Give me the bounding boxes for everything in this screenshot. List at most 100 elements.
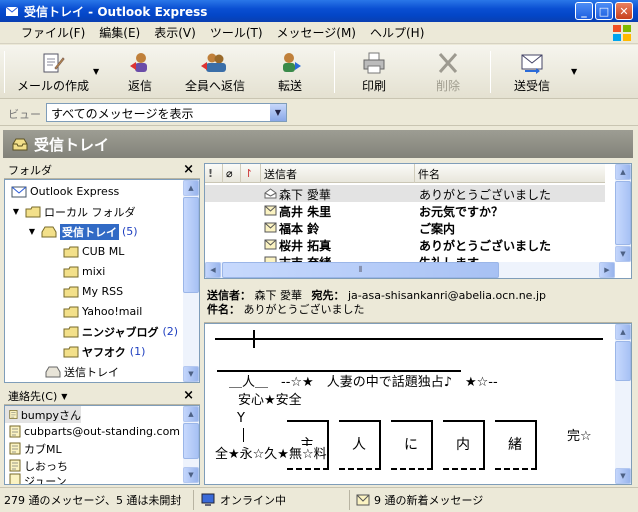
print-button[interactable]: 印刷 (352, 45, 396, 99)
scroll-right-button[interactable]: ▶ (599, 262, 615, 278)
contacts-scrollbar[interactable]: ▲ ▼ (183, 406, 199, 484)
body-line: 完☆ (567, 429, 592, 444)
title-bar[interactable]: 受信トレイ - Outlook Express (0, 0, 638, 22)
scroll-up-button[interactable]: ▲ (615, 324, 631, 340)
menu-message[interactable]: メッセージ(M) (270, 24, 363, 41)
scroll-down-button[interactable]: ▼ (183, 366, 199, 382)
folder-tree-scrollbar[interactable]: ▲ ▼ (183, 180, 199, 382)
chevron-up-icon: ▲ (188, 410, 194, 418)
folder-cub-ml[interactable]: CUB ML (63, 242, 124, 261)
collapse-icon[interactable]: ▼ (27, 227, 37, 236)
windows-logo-icon (613, 25, 631, 41)
menu-tools[interactable]: ツール(T) (203, 24, 270, 41)
folder-mixi[interactable]: mixi (63, 262, 105, 281)
envelope-icon (264, 222, 277, 233)
scroll-up-button[interactable]: ▲ (183, 406, 199, 422)
create-mail-button[interactable]: メールの作成 (16, 45, 90, 99)
chevron-down-icon: ▼ (188, 370, 194, 378)
chevron-up-icon: ▲ (620, 168, 626, 176)
view-select[interactable]: すべてのメッセージを表示 ▼ (46, 103, 287, 122)
envelope-icon (264, 205, 277, 216)
message-row[interactable]: 森下 愛華 ありがとうございました (205, 185, 605, 202)
close-folder-pane-button[interactable]: × (183, 162, 194, 177)
message-list: ! ⌀ ↾ 送信者 件名 森下 愛華 ありがとうございました 高井 朱里 お元気… (204, 163, 632, 279)
message-row[interactable]: 桜井 拓真 ありがとうございました (205, 236, 605, 253)
collapse-icon[interactable]: ▼ (11, 207, 21, 216)
message-row[interactable]: 福本 鈴 ご案内 (205, 219, 605, 236)
from-column-header[interactable]: 送信者 (261, 164, 415, 183)
subject-column-header[interactable]: 件名 (415, 164, 605, 183)
send-receive-button[interactable]: 送受信 (504, 45, 560, 99)
body-rule-mark (253, 330, 255, 348)
message-list-hscrollbar[interactable]: ◀ ⦀ ▶ (205, 262, 615, 278)
view-bar: ビュー すべてのメッセージを表示 ▼ (0, 100, 638, 126)
scroll-thumb[interactable] (615, 341, 631, 381)
folder-title: 受信トレイ (34, 135, 110, 154)
local-folder-icon (25, 206, 41, 217)
contact-card-icon (9, 410, 18, 419)
folder-outlook-express[interactable]: Outlook Express (11, 182, 119, 201)
preview-subject: ありがとうございました (243, 303, 365, 316)
minimize-button[interactable]: _ (575, 2, 593, 20)
scroll-up-button[interactable]: ▲ (183, 180, 199, 196)
folder-inbox[interactable]: ▼ 受信トレイ (5) (27, 222, 138, 241)
contact-item[interactable]: しおっち (5, 457, 68, 474)
scroll-thumb[interactable] (615, 181, 631, 245)
folder-title-bar: 受信トレイ (3, 130, 633, 158)
body-line: Y (237, 411, 245, 426)
folder-ninja-blog[interactable]: ニンジャブログ (2) (63, 322, 178, 341)
message-list-vscrollbar[interactable]: ▲ ▼ (615, 164, 631, 262)
folder-outbox[interactable]: 送信トレイ (45, 362, 119, 381)
menu-bar: ファイル(F) 編集(E) 表示(V) ツール(T) メッセージ(M) ヘルプ(… (0, 22, 638, 44)
body-line: 安心★安全 (238, 393, 302, 408)
window-title: 受信トレイ - Outlook Express (24, 4, 208, 19)
flag-column-header[interactable]: ↾ (241, 164, 261, 183)
scroll-thumb[interactable] (183, 423, 199, 459)
printer-icon (363, 52, 385, 74)
scroll-thumb[interactable] (183, 197, 199, 293)
folder-icon (63, 246, 79, 257)
scroll-left-button[interactable]: ◀ (205, 262, 221, 278)
preview-scrollbar[interactable]: ▲ ▼ (615, 324, 631, 484)
contacts-dropdown-icon[interactable]: ▼ (61, 392, 67, 401)
folder-yahoo-mail[interactable]: Yahoo!mail (63, 302, 142, 321)
reply-all-button[interactable]: 全員へ返信 (182, 45, 248, 99)
message-row[interactable]: 高井 朱里 お元気ですか？ (205, 202, 605, 219)
menu-view[interactable]: 表示(V) (147, 24, 203, 41)
message-row[interactable]: 末吉 奈緒 失礼します (205, 253, 605, 262)
create-mail-dropdown-icon[interactable]: ▼ (93, 67, 99, 76)
chevron-left-icon: ◀ (210, 266, 216, 274)
contact-item[interactable]: cubparts@out-standing.com (5, 423, 180, 440)
status-message-count: 279 通のメッセージ、5 通は未開封 (0, 490, 194, 510)
chevron-right-icon: ▶ (604, 266, 610, 274)
menu-file[interactable]: ファイル(F) (14, 24, 92, 41)
message-list-header: ! ⌀ ↾ 送信者 件名 (205, 164, 605, 183)
priority-column-header[interactable]: ! (205, 164, 223, 183)
hscroll-thumb[interactable]: ⦀ (222, 262, 499, 278)
contact-item[interactable]: カブML (5, 440, 62, 457)
send-receive-dropdown-icon[interactable]: ▼ (571, 67, 577, 76)
scroll-down-button[interactable]: ▼ (615, 468, 631, 484)
reply-button[interactable]: 返信 (118, 45, 162, 99)
attachment-column-header[interactable]: ⌀ (223, 164, 241, 183)
delete-icon (438, 53, 458, 73)
view-dropdown-button[interactable]: ▼ (270, 104, 286, 121)
folder-my-rss[interactable]: My RSS (63, 282, 123, 301)
delete-button[interactable]: 削除 (426, 45, 470, 99)
chevron-up-icon: ▲ (188, 184, 194, 192)
contact-item[interactable]: ジューン (5, 473, 67, 484)
menu-help[interactable]: ヘルプ(H) (363, 24, 431, 41)
close-button[interactable]: ✕ (615, 2, 633, 20)
folder-yahoo-auction[interactable]: ヤフオク (1) (63, 342, 145, 361)
maximize-button[interactable]: □ (595, 2, 613, 20)
forward-button[interactable]: 転送 (268, 45, 312, 99)
menu-edit[interactable]: 編集(E) (92, 24, 147, 41)
scroll-up-button[interactable]: ▲ (615, 164, 631, 180)
contact-item[interactable]: bumpyさん (5, 406, 81, 423)
scroll-down-button[interactable]: ▼ (183, 467, 199, 483)
folder-local-folders[interactable]: ▼ ローカル フォルダ (11, 202, 136, 221)
scroll-down-button[interactable]: ▼ (615, 246, 631, 262)
view-select-value: すべてのメッセージを表示 (51, 107, 194, 121)
close-contacts-pane-button[interactable]: × (183, 388, 194, 403)
inbox-icon (12, 138, 28, 151)
